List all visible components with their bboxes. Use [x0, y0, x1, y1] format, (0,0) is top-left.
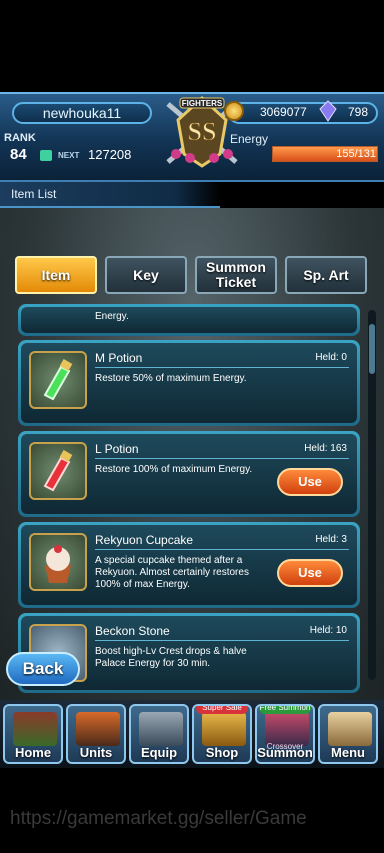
gem-icon: [319, 100, 337, 122]
item-desc: Restore 50% of maximum Energy.: [95, 373, 247, 384]
free-summon-badge: Free Summon: [259, 704, 311, 714]
item-held: Held: 3: [315, 534, 347, 545]
gem-value: 798: [348, 105, 369, 119]
use-button[interactable]: Use: [277, 559, 343, 587]
red-potion-icon: [29, 442, 87, 500]
item-name: L Potion: [95, 442, 139, 456]
nav-shop[interactable]: Super Sale Shop: [192, 704, 252, 764]
back-button[interactable]: Back: [6, 652, 80, 686]
item-held: Held: 163: [304, 443, 347, 454]
bottom-nav: Home Units Equip Super Sale Shop Free Su…: [0, 700, 384, 768]
logo-subtitle: FIGHTERS: [182, 99, 223, 108]
book-icon: [328, 712, 372, 746]
next-label: NEXT: [58, 151, 80, 160]
item-name: M Potion: [95, 351, 143, 365]
tab-summon-ticket[interactable]: Summon Ticket: [195, 256, 277, 294]
item-name: Beckon Stone: [95, 624, 170, 638]
nav-home[interactable]: Home: [3, 704, 63, 764]
page-title: Item List: [0, 182, 220, 208]
rank-value: 84: [10, 146, 27, 163]
use-button[interactable]: Use: [277, 468, 343, 496]
summon-icon: [265, 712, 309, 746]
nav-menu[interactable]: Menu: [318, 704, 378, 764]
list-item[interactable]: M Potion Held: 0 Restore 50% of maximum …: [18, 340, 360, 426]
energy-label: Energy: [230, 132, 269, 146]
tab-item[interactable]: Item: [15, 256, 97, 294]
item-desc: Boost high-Lv Crest drops & halve Palace…: [95, 646, 247, 669]
tab-key[interactable]: Key: [105, 256, 187, 294]
item-held: Held: 10: [309, 625, 347, 636]
energy-value: 155/131: [336, 148, 376, 160]
list-item[interactable]: Rekyuon Cupcake Held: 3 A special cupcak…: [18, 522, 360, 608]
super-sale-badge: Super Sale: [196, 706, 248, 714]
item-desc: A special cupcake themed after a Rekyuon…: [95, 555, 249, 590]
item-name: Rekyuon Cupcake: [95, 533, 194, 547]
logo-title: SS: [188, 117, 217, 146]
nav-summon[interactable]: Free Summon Crossover Summon: [255, 704, 315, 764]
list-item[interactable]: L Potion Held: 163 Restore 100% of maxim…: [18, 431, 360, 517]
player-name[interactable]: newhouka11: [12, 102, 152, 124]
nav-units[interactable]: Units: [66, 704, 126, 764]
coin-icon: [224, 101, 244, 121]
nav-equip[interactable]: Equip: [129, 704, 189, 764]
sword-icon: [139, 712, 183, 746]
status-bar-area: [0, 0, 384, 92]
rank-label: RANK: [4, 132, 36, 144]
player-hud: newhouka11 RANK 84 NEXT 127208 FIGHTERS …: [0, 92, 384, 182]
home-icon: [13, 712, 57, 746]
category-tabs: Item Key Summon Ticket Sp. Art: [0, 248, 384, 302]
scroll-thumb[interactable]: [369, 324, 375, 374]
units-icon: [76, 712, 120, 746]
tab-sp-art[interactable]: Sp. Art: [285, 256, 367, 294]
item-desc: Restore 100% of maximum Energy.: [95, 464, 253, 475]
coin-value: 3069077: [260, 105, 307, 119]
watermark-url: https://gamemarket.gg/seller/Game: [10, 808, 307, 829]
green-potion-icon: [29, 351, 87, 409]
list-item[interactable]: Energy.: [18, 304, 360, 336]
item-held: Held: 0: [315, 352, 347, 363]
exp-icon: [40, 150, 52, 161]
item-list-scrollbar[interactable]: [368, 310, 376, 680]
item-desc: Energy.: [95, 311, 129, 322]
cupcake-icon: [29, 533, 87, 591]
treasure-chest-icon: [202, 712, 246, 746]
next-exp-value: 127208: [88, 147, 132, 162]
